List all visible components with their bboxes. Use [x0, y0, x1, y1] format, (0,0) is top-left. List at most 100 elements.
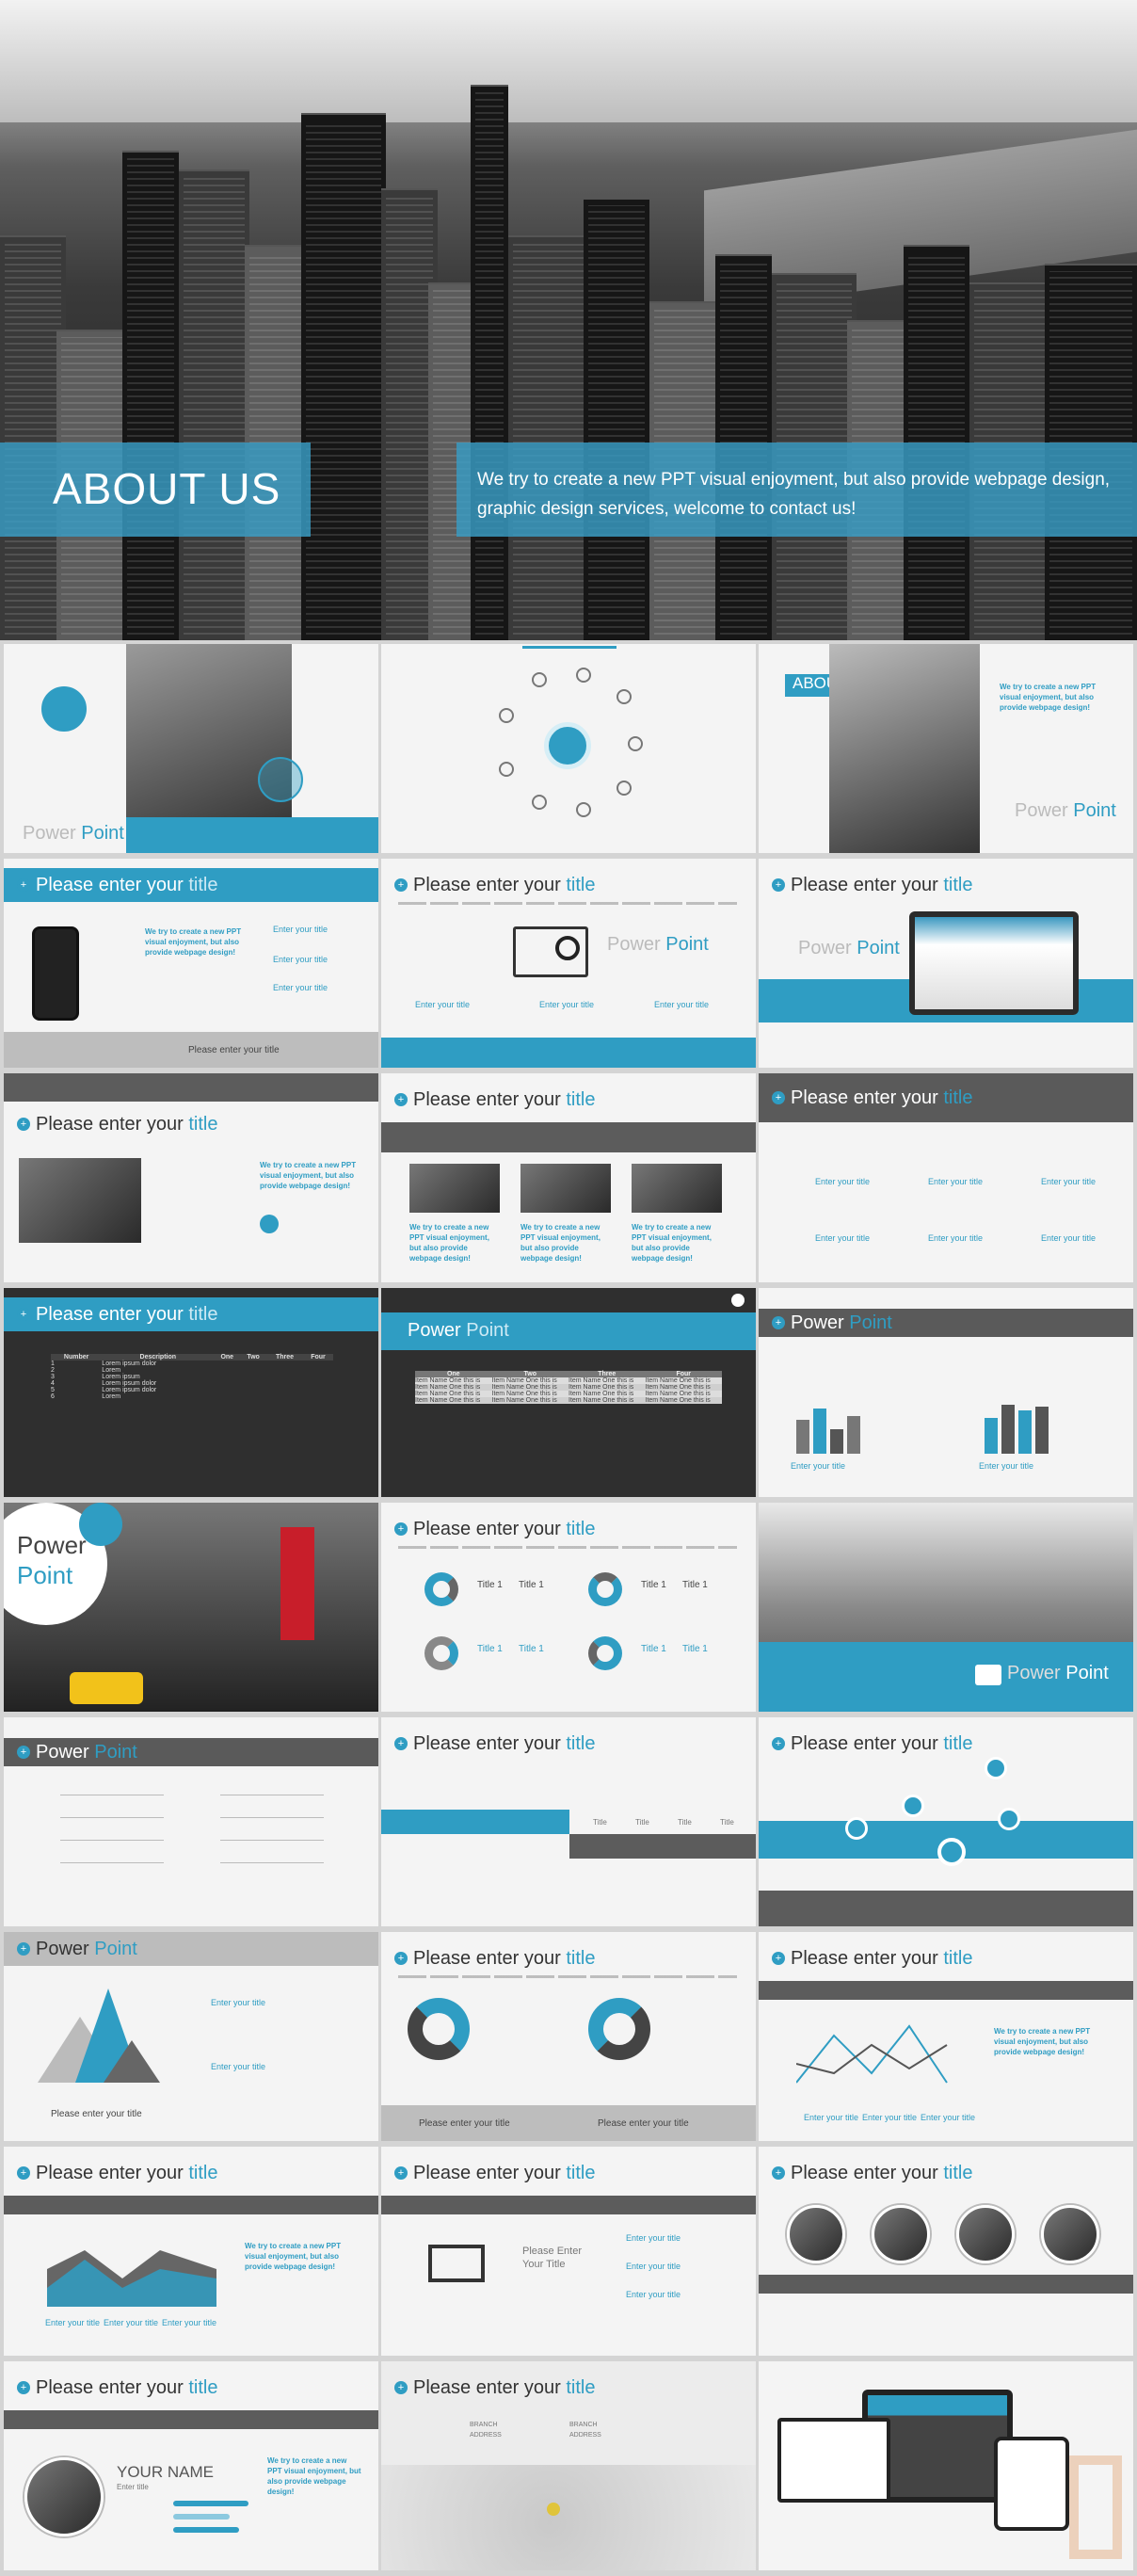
slide-thumb[interactable]: + Power Point	[4, 1717, 378, 1926]
we-try-text: We try to create a new PPT visual enjoym…	[145, 927, 242, 957]
slide-title: Please enter your title	[36, 875, 217, 896]
avatar	[787, 2205, 845, 2263]
slide-thumb[interactable]: ABOUT US We try to create a new PPT visu…	[759, 644, 1133, 853]
enter-title: Enter your title	[626, 2233, 681, 2243]
please-enter-heading: Please Enter Your Title	[522, 2246, 582, 2270]
slide-thumb[interactable]: + Please enter your title Please Enter Yo…	[381, 2147, 756, 2356]
slide-thumb[interactable]: + Please enter your title YOUR NAME Enter…	[4, 2361, 378, 2570]
skill-bar	[173, 2501, 248, 2506]
enter-title: Enter your title	[928, 1233, 984, 1243]
brand-point: Point	[665, 934, 709, 955]
chat-icon	[617, 689, 632, 704]
title-prefix: Please enter your	[791, 874, 944, 895]
title-prefix: Please enter your	[413, 2376, 567, 2398]
slide-thumb[interactable]: + Please enter your title Number Descript…	[4, 1288, 378, 1497]
table-cell: Item Name One this is	[491, 1397, 557, 1404]
plus-icon: +	[17, 2381, 30, 2394]
table-cell: Item Name One this is	[568, 1391, 634, 1397]
bulb-icon	[845, 1817, 868, 1840]
phone-mockup	[32, 926, 79, 1021]
sky	[0, 0, 1137, 122]
slide-thumb[interactable]: Power Point	[4, 644, 378, 853]
donut-chart	[588, 1636, 622, 1670]
slide-thumb[interactable]: + Please enter your title BRANCH ADDRESS …	[381, 2361, 756, 2570]
intro-bar	[381, 1122, 756, 1152]
brand-point: Point	[81, 823, 124, 844]
enter-title: Enter your title	[928, 1177, 984, 1186]
title-prefix: Please enter your	[36, 2162, 189, 2183]
profile-name: YOUR NAME	[117, 2463, 214, 2481]
slide-thumb[interactable]	[759, 2361, 1133, 2570]
slide-thumb[interactable]	[381, 644, 756, 853]
please-enter-title: Please enter your title	[51, 2109, 142, 2119]
title-accent: title	[943, 874, 973, 895]
slide-thumb[interactable]: + Please enter your title	[759, 1717, 1133, 1926]
brand-power: Power	[23, 823, 82, 844]
enter-title: Enter your title	[162, 2318, 217, 2327]
slide-title: Please enter your title	[36, 2163, 217, 2184]
slide-thumb[interactable]: + Please enter your title Title Title Tit…	[381, 1717, 756, 1926]
brand-point: Point	[857, 938, 900, 958]
enter-title: Enter your title	[273, 925, 328, 934]
slide-thumb[interactable]: + Please enter your title Enter your titl…	[759, 1073, 1133, 1282]
footer-bar	[759, 1891, 1133, 1926]
plus-icon: +	[394, 878, 408, 892]
table-cell: Item Name One this is	[491, 1391, 557, 1397]
data-table: Number Description One Two Three Four 1 L…	[51, 1354, 333, 1400]
slide-thumb[interactable]: Power Point	[4, 1503, 378, 1712]
plus-icon: +	[772, 1952, 785, 1965]
table-cell: 3	[51, 1374, 55, 1380]
slide-header: + Power Point	[4, 1738, 378, 1766]
mic-icon	[532, 672, 547, 687]
slide-header: + Please enter your title	[381, 2371, 756, 2405]
user-icon	[544, 722, 591, 769]
table-cell: 5	[51, 1387, 55, 1393]
brand-power: Power	[1015, 800, 1074, 821]
brand-power-point: Power Point	[408, 1320, 509, 1342]
slide-thumb[interactable]: + Please enter your title	[759, 2147, 1133, 2356]
slide-header: + Please enter your title	[381, 1083, 756, 1117]
slide-thumb[interactable]: + Please enter your title We try to creat…	[759, 1932, 1133, 2141]
slide-thumb[interactable]: + Please enter your title We try to creat…	[4, 2147, 378, 2356]
plus-icon	[731, 1294, 745, 1307]
intro-bar	[4, 2410, 378, 2429]
camera-icon	[576, 802, 591, 817]
slide-thumb[interactable]: + Please enter your title Please enter yo…	[381, 1932, 756, 2141]
chat-icon	[985, 1757, 1007, 1779]
plus-icon: +	[772, 1316, 785, 1329]
brand-power-point: Power Point	[798, 938, 900, 959]
table-cell: 6	[51, 1393, 55, 1400]
table-header: Description	[139, 1354, 177, 1360]
enter-title: Enter your title	[211, 2062, 266, 2071]
slide-thumb[interactable]: + Please enter your title Title 1 Title 1…	[381, 1503, 756, 1712]
profile-subtitle: Enter title	[117, 2483, 149, 2491]
title-accent: title	[943, 1947, 973, 1969]
slide-thumb[interactable]: + Please enter your title Power Point	[759, 859, 1133, 1068]
chart-bar	[830, 1429, 843, 1454]
table-header: Three	[275, 1354, 294, 1360]
title-label: Title 1	[519, 1644, 544, 1654]
briefcase-icon	[975, 1665, 1001, 1685]
table-cell: Item Name One this is	[415, 1377, 481, 1384]
branch-address: BRANCH ADDRESS	[470, 2422, 502, 2439]
table-cell: Item Name One this is	[568, 1397, 634, 1404]
slide-thumb[interactable]: + Power Point Enter your title Enter your…	[4, 1932, 378, 2141]
slide-thumb[interactable]: + Please enter your title We try to creat…	[4, 859, 378, 1068]
table-header: Number	[63, 1354, 89, 1360]
slide-thumb[interactable]: + Power Point Enter your title Enter your…	[759, 1288, 1133, 1497]
slide-thumb[interactable]: + Please enter your title Power Point Ent…	[381, 859, 756, 1068]
table-cell: Item Name One this is	[645, 1391, 711, 1397]
brand-power: Power	[36, 1741, 95, 1763]
table-header: Three	[598, 1371, 617, 1377]
slide-thumb[interactable]: Power Point	[759, 1503, 1133, 1712]
title-label: Title	[593, 1818, 607, 1827]
slide-thumb[interactable]: + Please enter your title We try to creat…	[381, 1073, 756, 1282]
slide-thumb[interactable]: + Please enter your title We try to creat…	[4, 1073, 378, 1282]
title-prefix: Please enter your	[36, 1303, 189, 1325]
please-enter-title: Please enter your title	[419, 2118, 510, 2129]
intro-bar	[381, 2196, 756, 2214]
slide-thumb[interactable]: Power Point One Two Three Four Item Name…	[381, 1288, 756, 1497]
plus-icon: +	[394, 2381, 408, 2394]
slide-header: + Please enter your title	[381, 1727, 756, 1761]
hero-tagline: We try to create a new PPT visual enjoym…	[456, 443, 1137, 537]
